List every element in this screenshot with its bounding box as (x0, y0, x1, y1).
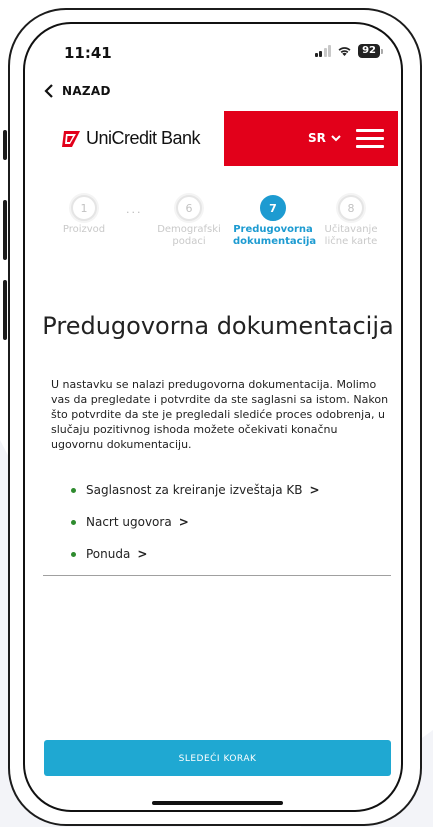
step-8: 8 Učitavanje lične karte (311, 195, 391, 248)
home-indicator[interactable] (152, 801, 283, 805)
language-selector[interactable]: SR (308, 131, 341, 145)
back-label: NAZAD (62, 84, 111, 98)
link-label: Saglasnost za kreiranje izveštaja KB (86, 483, 303, 497)
chevron-right-icon: > (137, 547, 148, 561)
intro-text: U nastavku se nalazi predugovorna dokume… (51, 378, 389, 451)
header-menu-band: SR (224, 111, 398, 166)
chevron-left-icon (44, 84, 53, 98)
brand-name: UniCredit Bank (86, 128, 201, 148)
bullet-icon (71, 551, 76, 557)
link-saglasnost-kb[interactable]: Saglasnost za kreiranje izveštaja KB > (71, 474, 320, 506)
chevron-down-icon (331, 134, 341, 141)
step-circle: 8 (338, 195, 364, 221)
volume-up-button (3, 200, 7, 260)
bullet-icon (71, 487, 76, 493)
page-title: Predugovorna dokumentacija (42, 312, 394, 340)
wifi-icon (338, 47, 351, 56)
chevron-right-icon: > (178, 515, 189, 529)
step-label: Demografski podaci (157, 224, 221, 247)
app-header: UniCredit Bank SR (44, 111, 398, 166)
step-circle-active: 7 (260, 195, 286, 221)
link-nacrt-ugovora[interactable]: Nacrt ugovora > (71, 506, 320, 538)
mute-switch (3, 130, 7, 160)
status-icons: 92 (314, 44, 383, 58)
unicredit-logo-icon (62, 130, 80, 147)
step-label-active: Predugovorna dokumentacija (233, 224, 317, 247)
divider (43, 575, 391, 576)
bullet-icon (71, 519, 76, 525)
unicredit-logo[interactable]: UniCredit Bank (60, 128, 201, 149)
step-7: 7 Predugovorna dokumentacija (233, 195, 317, 248)
step-1: 1 Proizvod (44, 195, 124, 236)
link-ponuda[interactable]: Ponuda > (71, 538, 320, 570)
step-ellipsis: ... (126, 203, 143, 216)
status-time: 11:41 (64, 44, 112, 62)
back-button[interactable]: NAZAD (44, 84, 111, 98)
language-label: SR (308, 131, 326, 145)
document-links: Saglasnost za kreiranje izveštaja KB > N… (71, 474, 320, 570)
link-label: Nacrt ugovora (86, 515, 172, 529)
next-step-button[interactable]: SLEDEĆI KORAK (44, 740, 391, 776)
battery-icon: 92 (358, 44, 383, 58)
volume-down-button (3, 280, 7, 340)
menu-button[interactable] (356, 129, 384, 149)
step-circle: 1 (71, 195, 97, 221)
step-6: 6 Demografski podaci (149, 195, 229, 248)
signal-icon (314, 45, 332, 57)
chevron-right-icon: > (309, 483, 320, 497)
step-circle: 6 (176, 195, 202, 221)
link-label: Ponuda (86, 547, 131, 561)
battery-level: 92 (358, 44, 380, 58)
step-label: Učitavanje lične karte (324, 224, 378, 247)
step-label: Proizvod (62, 224, 106, 235)
progress-stepper: 1 Proizvod ... 6 Demografski podaci 7 Pre… (44, 195, 394, 275)
